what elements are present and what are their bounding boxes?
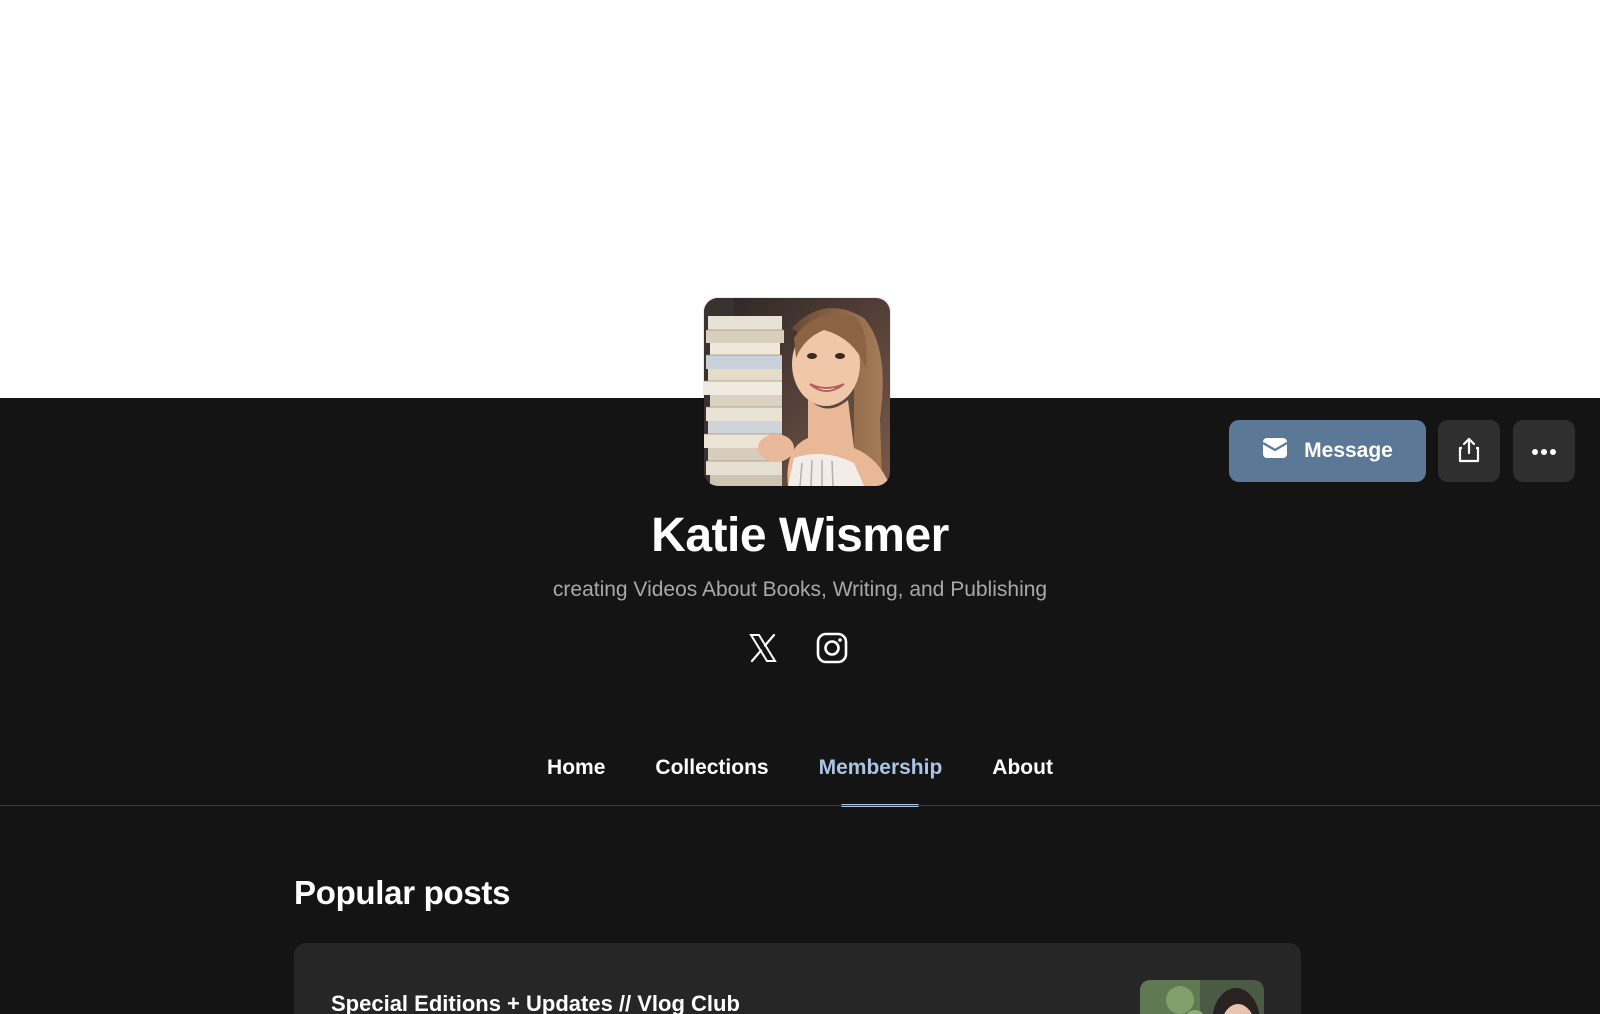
avatar (704, 298, 890, 486)
share-button[interactable] (1438, 420, 1500, 482)
profile-photo (704, 298, 890, 486)
post-title[interactable]: Special Editions + Updates // Vlog Club (331, 991, 740, 1014)
share-icon (1458, 437, 1480, 466)
instagram-icon (816, 632, 848, 669)
instagram-link[interactable] (814, 632, 850, 668)
more-options-button[interactable] (1513, 420, 1575, 482)
x-twitter-link[interactable] (745, 632, 781, 668)
profile-tabs: Home Collections Membership About (0, 756, 1600, 806)
tab-label: Membership (818, 756, 943, 779)
popular-posts-heading: Popular posts (294, 874, 511, 911)
tab-label: About (992, 756, 1053, 779)
tab-collections[interactable]: Collections (630, 756, 793, 806)
more-horizontal-icon (1531, 444, 1557, 459)
profile-main-area (0, 398, 1600, 1014)
envelope-icon (1262, 437, 1288, 465)
tab-label: Collections (655, 756, 769, 779)
message-button[interactable]: Message (1229, 420, 1426, 482)
tab-about[interactable]: About (967, 756, 1078, 806)
profile-name: Katie Wismer (651, 509, 949, 562)
x-twitter-icon (748, 633, 778, 668)
tab-home[interactable]: Home (522, 756, 630, 806)
post-thumbnail[interactable] (1140, 980, 1264, 1014)
profile-tagline: creating Videos About Books, Writing, an… (552, 578, 1048, 601)
tab-label: Home (547, 756, 606, 779)
message-button-label: Message (1304, 439, 1393, 462)
tab-membership[interactable]: Membership (794, 756, 968, 806)
tabs-divider (0, 805, 1600, 806)
post-card[interactable]: Special Editions + Updates // Vlog Club (294, 943, 1301, 1014)
